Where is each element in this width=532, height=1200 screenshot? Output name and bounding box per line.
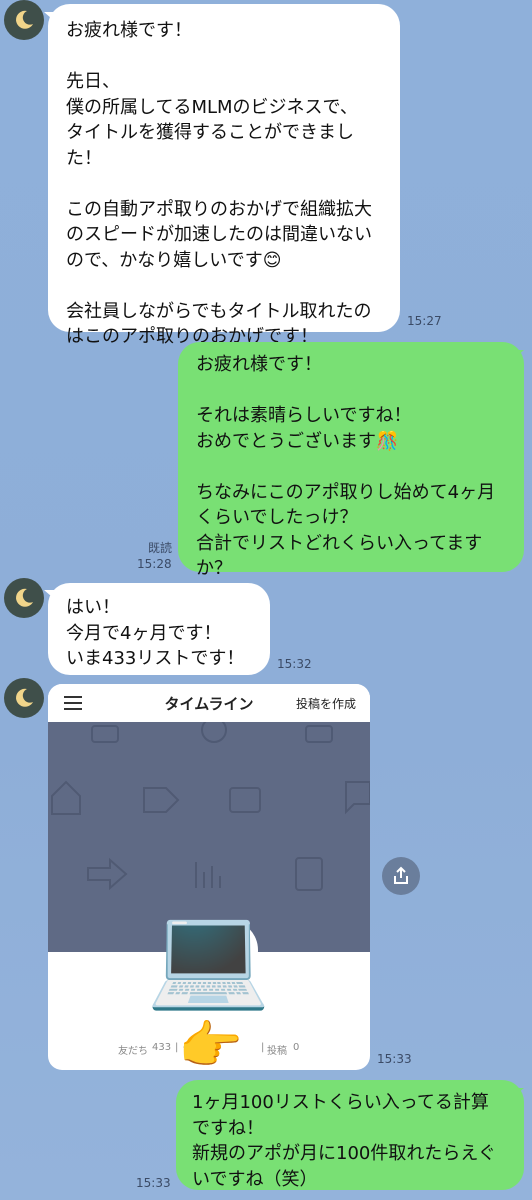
message-bubble-incoming[interactable]: はい！ 今月で4ヶ月です！ いま433リストです！ <box>48 583 270 675</box>
timeline-header: タイムライン 投稿を作成 <box>48 684 370 722</box>
posts-label: 投稿 <box>267 1046 287 1057</box>
share-button[interactable] <box>382 857 420 895</box>
posts-count: 0 <box>293 1042 300 1053</box>
message-time: 15:33 <box>377 1052 412 1066</box>
laptop-sticker: 💻 <box>146 897 271 1014</box>
stats-separator: | <box>261 1042 265 1053</box>
message-bubble-outgoing[interactable]: お疲れ様です！ それは素晴らしいですね！ おめでとうございます🎊 ちなみにこのア… <box>178 342 524 579</box>
moon-icon <box>16 588 33 607</box>
message-bubble-incoming[interactable]: お疲れ様です！ 先日、 僕の所属してるMLMのビジネスで、 タイトルを獲得するこ… <box>48 4 400 347</box>
message-time: 15:32 <box>277 657 312 671</box>
read-status: 既読 <box>148 541 173 555</box>
avatar[interactable] <box>4 0 44 40</box>
avatar[interactable] <box>4 578 44 618</box>
friends-count: 433 <box>152 1042 172 1053</box>
message-bubble-outgoing[interactable]: 1ヶ月100リストくらい入ってる計算 ですね！ 新規のアポが月に100件取れたら… <box>176 1080 524 1190</box>
message-time: 15:27 <box>407 314 442 328</box>
moon-icon <box>16 688 33 707</box>
message-time: 15:33 <box>136 1176 171 1190</box>
friends-label: 友だち <box>118 1046 148 1057</box>
moon-icon <box>16 10 33 29</box>
avatar[interactable] <box>4 678 44 718</box>
image-message[interactable]: タイムライン 投稿を作成 💻 友だち 433 | フォロ | 投稿 0 👉 <box>48 684 370 1070</box>
pointing-hand-sticker: 👉 <box>178 1016 243 1070</box>
message-time: 15:28 <box>137 557 172 571</box>
create-post-button[interactable]: 投稿を作成 <box>296 695 356 712</box>
share-icon <box>394 866 408 884</box>
